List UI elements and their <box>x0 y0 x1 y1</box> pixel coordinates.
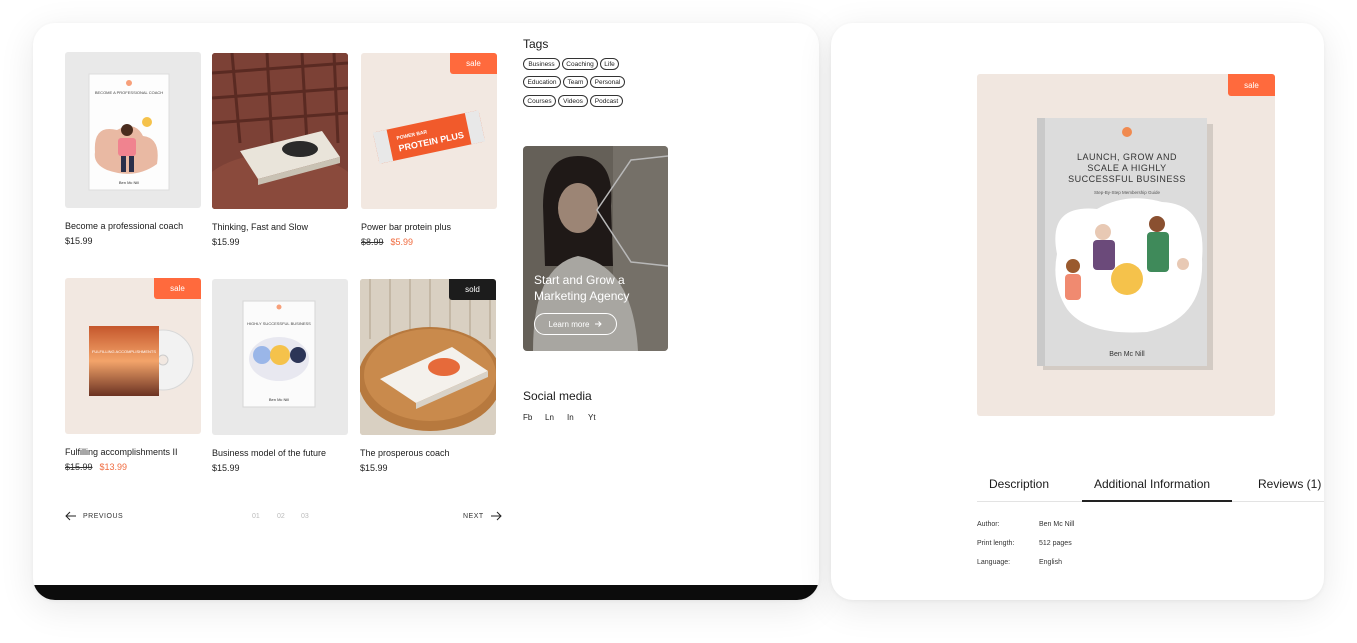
book-on-table-photo <box>360 279 496 435</box>
social-link-facebook[interactable]: Fb <box>523 413 532 422</box>
tag-videos[interactable]: Videos <box>558 95 588 107</box>
tab-description[interactable]: Description <box>989 477 1049 491</box>
product-card[interactable]: FULFILLING ACCOMPLISHMENTS sale Fulfilli… <box>65 278 201 472</box>
product-price: $15.99 <box>212 463 240 473</box>
book-title-line-3: SUCCESSFUL BUSINESS <box>1068 174 1186 184</box>
product-title[interactable]: Business model of the future <box>212 448 326 458</box>
product-card[interactable]: BECOME A PROFESSIONAL COACH Ben Mc Nill … <box>65 52 201 246</box>
info-label-print-length: Print length: <box>977 540 1015 547</box>
info-label-author: Author: <box>977 521 1000 528</box>
page-link-2[interactable]: 02 <box>277 513 285 520</box>
product-price: $15.99 <box>65 236 93 246</box>
page-link-1[interactable]: 01 <box>252 513 260 520</box>
product-price: $8.99 $5.99 <box>361 237 413 247</box>
previous-link[interactable]: PREVIOUS <box>65 511 123 521</box>
product-price: $15.99 <box>212 237 240 247</box>
tag-coaching[interactable]: Coaching <box>562 58 598 70</box>
product-detail-panel: LAUNCH, GROW AND SCALE A HIGHLY SUCCESSF… <box>831 23 1324 600</box>
sale-badge: sale <box>1228 74 1275 96</box>
promo-title: Start and Grow a Marketing Agency <box>534 273 630 303</box>
info-value-print-length: 512 pages <box>1039 540 1072 547</box>
sold-badge: sold <box>449 279 496 300</box>
social-media-title: Social media <box>523 389 592 403</box>
book-title-line-2: SCALE A HIGHLY <box>1087 163 1166 173</box>
book-photo <box>212 53 348 209</box>
sale-badge: sale <box>154 278 201 299</box>
product-card[interactable]: POWER BAR PROTEIN PLUS sale Power bar pr… <box>361 53 497 247</box>
social-link-youtube[interactable]: Yt <box>588 413 596 422</box>
product-image[interactable]: POWER BAR PROTEIN PLUS sale <box>361 53 497 209</box>
info-value-author: Ben Mc Nill <box>1039 521 1075 528</box>
business-book-cover-large: LAUNCH, GROW AND SCALE A HIGHLY SUCCESSF… <box>1037 118 1213 370</box>
sale-price: $13.99 <box>99 462 128 472</box>
protein-bar-image: POWER BAR PROTEIN PLUS <box>372 110 486 164</box>
tab-reviews[interactable]: Reviews (1) <box>1258 477 1321 491</box>
tag-podcast[interactable]: Podcast <box>590 95 623 107</box>
product-title[interactable]: Thinking, Fast and Slow <box>212 222 308 232</box>
product-title[interactable]: The prosperous coach <box>360 448 450 458</box>
product-title[interactable]: Fulfilling accomplishments II <box>65 447 178 457</box>
tag-courses[interactable]: Courses <box>523 95 556 107</box>
promo-banner[interactable]: Start and Grow a Marketing Agency Learn … <box>523 146 668 351</box>
tab-additional-information[interactable]: Additional Information <box>1094 477 1210 491</box>
book-subtitle: Step-By-Step Membership Guide <box>1094 190 1161 195</box>
tags-title: Tags <box>523 37 549 51</box>
product-price: $15.99 $13.99 <box>65 462 127 472</box>
product-detail-image[interactable]: LAUNCH, GROW AND SCALE A HIGHLY SUCCESSF… <box>977 74 1275 416</box>
product-card[interactable]: HIGHLY SUCCESSFUL BUSINESS Ben Mc Nill B… <box>212 279 348 473</box>
info-label-language: Language: <box>977 559 1011 566</box>
arrow-right-icon <box>490 511 502 521</box>
product-image[interactable]: sold <box>360 279 496 435</box>
coach-book-heading: BECOME A PROFESSIONAL COACH <box>95 90 163 95</box>
cd-title: FULFILLING ACCOMPLISHMENTS <box>92 349 156 354</box>
book-author: Ben Mc Nill <box>1109 351 1145 358</box>
tag-education[interactable]: Education <box>523 76 561 88</box>
arrow-right-icon <box>595 321 603 327</box>
business-book-heading: HIGHLY SUCCESSFUL BUSINESS <box>247 321 311 326</box>
product-image[interactable]: HIGHLY SUCCESSFUL BUSINESS Ben Mc Nill <box>212 279 348 435</box>
learn-more-label: Learn more <box>548 319 590 329</box>
social-link-linkedin[interactable]: Ln <box>545 413 554 422</box>
product-title[interactable]: Become a professional coach <box>65 221 183 231</box>
learn-more-button[interactable]: Learn more <box>534 313 617 335</box>
info-value-language: English <box>1039 559 1062 566</box>
old-price: $8.99 <box>361 237 384 247</box>
shop-panel: BECOME A PROFESSIONAL COACH Ben Mc Nill … <box>33 23 819 600</box>
arrow-left-icon <box>65 511 76 521</box>
business-book-author: Ben Mc Nill <box>269 397 289 402</box>
next-label: NEXT <box>463 512 484 520</box>
old-price: $15.99 <box>65 462 93 472</box>
product-card[interactable]: sold The prosperous coach $15.99 <box>360 279 496 473</box>
tag-team[interactable]: Team <box>563 76 588 88</box>
active-tab-indicator <box>1082 500 1232 502</box>
sale-price: $5.99 <box>390 237 414 247</box>
book-title-line-1: LAUNCH, GROW AND <box>1077 152 1177 162</box>
tag-personal[interactable]: Personal <box>590 76 625 88</box>
previous-label: PREVIOUS <box>83 512 124 520</box>
social-link-instagram[interactable]: In <box>567 413 574 422</box>
sale-badge: sale <box>450 53 497 74</box>
product-image[interactable] <box>212 53 348 209</box>
footer-bar <box>33 585 819 600</box>
next-link[interactable]: NEXT <box>463 511 502 521</box>
tag-life[interactable]: Life <box>600 58 619 70</box>
business-book-cover: HIGHLY SUCCESSFUL BUSINESS Ben Mc Nill <box>242 300 316 408</box>
product-card[interactable]: Thinking, Fast and Slow $15.99 <box>212 53 348 247</box>
product-title[interactable]: Power bar protein plus <box>361 222 451 232</box>
tag-business[interactable]: Business <box>523 58 560 70</box>
coach-book-cover: BECOME A PROFESSIONAL COACH Ben Mc Nill <box>88 73 170 191</box>
coach-book-author: Ben Mc Nill <box>119 180 139 185</box>
product-image[interactable]: FULFILLING ACCOMPLISHMENTS sale <box>65 278 201 434</box>
product-image[interactable]: BECOME A PROFESSIONAL COACH Ben Mc Nill <box>65 52 201 208</box>
product-price: $15.99 <box>360 463 388 473</box>
cd-image: FULFILLING ACCOMPLISHMENTS <box>89 326 194 396</box>
page-link-3[interactable]: 03 <box>301 513 309 520</box>
